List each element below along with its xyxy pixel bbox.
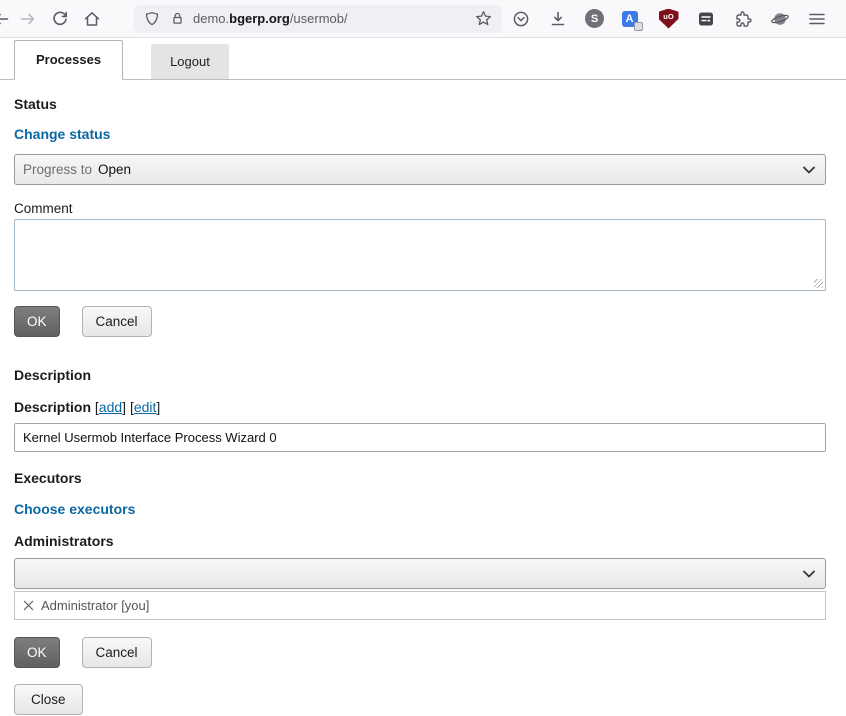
hamburger-menu-icon xyxy=(807,9,827,29)
executors-heading: Executors xyxy=(14,470,826,486)
reload-icon xyxy=(50,9,70,29)
change-status-link[interactable]: Change status xyxy=(14,126,110,142)
executors-cancel-button[interactable]: Cancel xyxy=(82,637,152,668)
executors-ok-button[interactable]: OK xyxy=(14,637,60,668)
home-button[interactable] xyxy=(76,5,108,33)
comment-textarea-wrap xyxy=(14,219,826,291)
description-label-row: Description [add] [edit] xyxy=(14,399,826,415)
remove-x-icon[interactable] xyxy=(22,599,35,612)
administrators-heading: Administrators xyxy=(14,533,826,549)
description-input[interactable] xyxy=(14,423,826,452)
status-select-prefix: Progress to xyxy=(23,162,92,177)
page-tab-bar: Processes Logout xyxy=(0,38,846,80)
translate-icon: A xyxy=(622,11,638,27)
main-content: Status Change status Progress to Open Co… xyxy=(0,80,846,715)
card-notes-icon xyxy=(696,9,716,29)
chevron-down-icon xyxy=(802,568,816,580)
extension-card-button[interactable] xyxy=(687,5,724,33)
status-heading: Status xyxy=(14,96,826,112)
comment-textarea[interactable] xyxy=(14,219,826,291)
resize-grip-icon[interactable] xyxy=(814,279,823,288)
close-button-row: Close xyxy=(14,684,826,715)
bookmark-star-icon[interactable] xyxy=(474,9,493,28)
home-icon xyxy=(82,9,102,29)
extension-planet-button[interactable] xyxy=(761,5,798,33)
tab-logout[interactable]: Logout xyxy=(151,44,229,79)
puzzle-piece-icon xyxy=(733,9,753,29)
status-button-row: OK Cancel xyxy=(14,306,826,337)
ublock-shield-icon: uO xyxy=(659,9,679,29)
extension-translate-button[interactable]: A xyxy=(613,5,650,33)
back-arrow-icon xyxy=(0,9,11,29)
comment-label: Comment xyxy=(14,201,826,216)
description-label: Description xyxy=(14,399,91,415)
menu-button[interactable] xyxy=(798,5,835,33)
reload-button[interactable] xyxy=(44,5,76,33)
extension-ublock-button[interactable]: uO xyxy=(650,5,687,33)
browser-toolbar: demo.bgerp.org/usermob/ S A uO xyxy=(0,0,846,38)
extension-s-button[interactable]: S xyxy=(576,5,613,33)
url-text: demo.bgerp.org/usermob/ xyxy=(193,11,474,26)
forward-arrow-icon xyxy=(18,9,38,29)
pocket-button[interactable] xyxy=(502,5,539,33)
planet-icon xyxy=(770,9,790,29)
status-select[interactable]: Progress to Open xyxy=(14,154,826,185)
tab-processes[interactable]: Processes xyxy=(14,40,123,80)
forward-button[interactable] xyxy=(12,5,44,33)
translate-mini-glyph xyxy=(634,22,643,31)
download-icon xyxy=(548,9,568,29)
tracking-protection-shield-icon[interactable] xyxy=(143,10,161,28)
description-edit-link[interactable]: edit xyxy=(134,399,157,415)
administrator-entry-label: Administrator [you] xyxy=(41,598,149,613)
executors-button-row: OK Cancel xyxy=(14,637,826,668)
choose-executors-link[interactable]: Choose executors xyxy=(14,501,135,517)
address-bar[interactable]: demo.bgerp.org/usermob/ xyxy=(134,5,502,33)
extension-s-icon: S xyxy=(585,9,604,28)
status-ok-button[interactable]: OK xyxy=(14,306,60,337)
status-select-value: Open xyxy=(98,162,131,177)
lock-icon[interactable] xyxy=(169,10,186,27)
extensions-button[interactable] xyxy=(724,5,761,33)
description-heading: Description xyxy=(14,367,826,383)
back-button[interactable] xyxy=(0,5,12,33)
administrators-select[interactable] xyxy=(14,558,826,589)
administrator-entry-row: Administrator [you] xyxy=(14,591,826,620)
downloads-button[interactable] xyxy=(539,5,576,33)
description-add-link[interactable]: add xyxy=(99,399,122,415)
close-button[interactable]: Close xyxy=(14,684,83,715)
chevron-down-icon xyxy=(802,164,816,176)
status-cancel-button[interactable]: Cancel xyxy=(82,306,152,337)
pocket-icon xyxy=(511,9,531,29)
